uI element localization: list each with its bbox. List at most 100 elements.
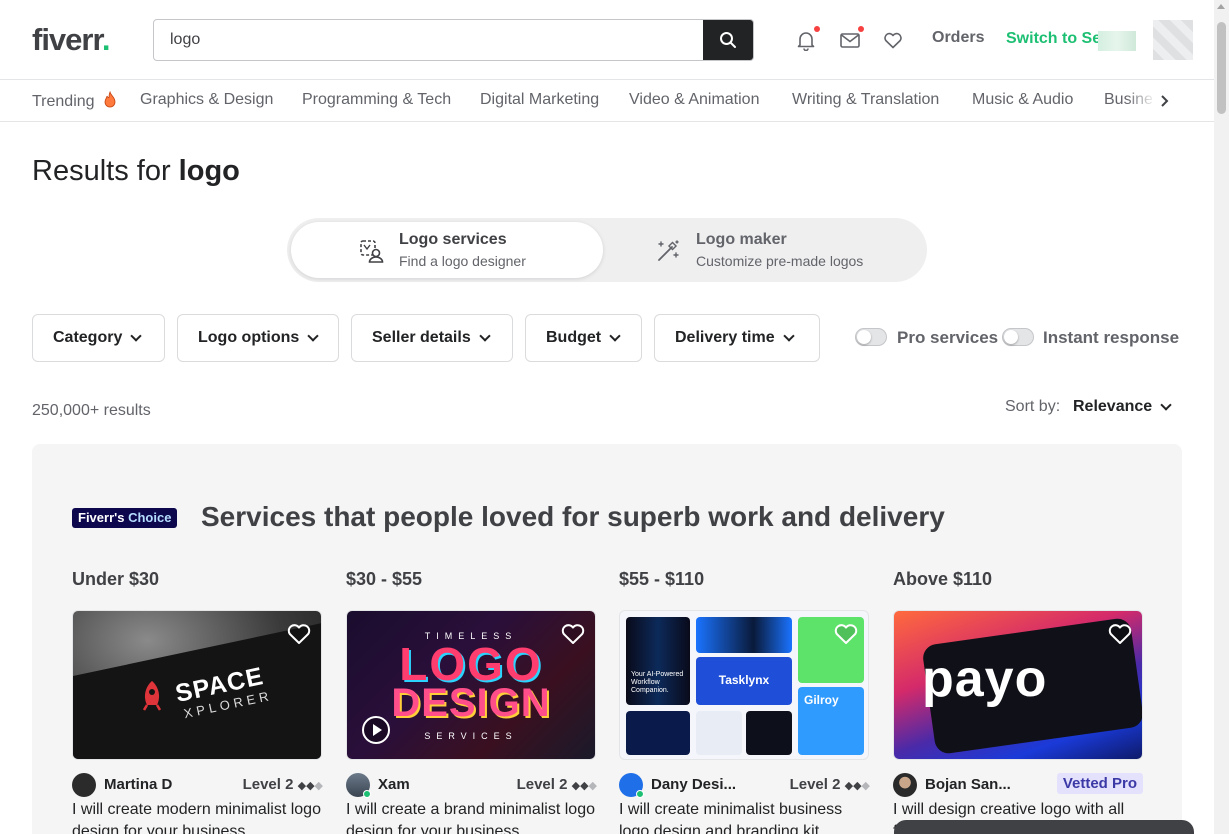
filter-delivery-time[interactable]: Delivery time <box>654 314 820 362</box>
category-writing-translation[interactable]: Writing & Translation <box>792 91 939 109</box>
bottom-popup[interactable] <box>894 820 1194 834</box>
seller-level-text: Level 2 <box>789 776 841 793</box>
fiverr-logo[interactable]: fiverr. <box>32 22 111 58</box>
category-nav: Trending Graphics & Design Programming &… <box>0 81 1214 122</box>
seller-name[interactable]: Bojan San... <box>925 776 1011 793</box>
card-image-text: Gilroy <box>804 693 839 707</box>
choice-section-title: Services that people loved for superb wo… <box>201 501 945 532</box>
gig-image[interactable]: Your AI-Powered Workflow Companion. Task… <box>619 610 869 760</box>
messages-button[interactable] <box>838 26 864 52</box>
filter-label: Logo options <box>198 329 300 346</box>
search-button[interactable] <box>703 20 753 60</box>
fire-icon <box>104 90 116 108</box>
filter-logo-options[interactable]: Logo options <box>177 314 339 362</box>
gig-image[interactable]: payo <box>893 610 1143 760</box>
seller-name[interactable]: Dany Desi... <box>651 776 736 793</box>
filter-budget[interactable]: Budget <box>525 314 642 362</box>
pro-services-toggle[interactable] <box>855 328 887 346</box>
chevron-down-icon <box>307 330 319 342</box>
switch-to-selling-link[interactable]: Switch to Se <box>1006 30 1098 48</box>
seller-name[interactable]: Martina D <box>104 776 172 793</box>
tier-label: $55 - $110 <box>619 569 705 589</box>
bell-icon <box>797 32 815 51</box>
avatar[interactable] <box>1153 20 1193 60</box>
nav-next-arrow[interactable] <box>1152 90 1178 112</box>
gig-image[interactable]: SPACE XPLORER <box>72 610 322 760</box>
seller-row: Bojan San... Vetted Pro <box>893 773 1143 797</box>
heart-icon[interactable] <box>285 619 313 647</box>
gig-title[interactable]: I will create modern minimalist logo des… <box>72 799 322 834</box>
scroll-up-arrow[interactable] <box>1217 4 1225 9</box>
scrollbar-thumb[interactable] <box>1217 22 1226 114</box>
avatar[interactable] <box>72 773 96 797</box>
logo-maker-title: Logo maker <box>696 231 787 248</box>
seller-name[interactable]: Xam <box>378 776 410 793</box>
filter-label: Category <box>53 329 123 346</box>
category-video-animation[interactable]: Video & Animation <box>629 91 759 109</box>
pro-services-label: Pro services <box>897 328 999 347</box>
seller-level: Level 2 ◆◆◆ <box>516 776 598 793</box>
heart-icon[interactable] <box>559 619 587 647</box>
online-status-dot <box>636 790 644 798</box>
search-input[interactable] <box>154 20 705 60</box>
notification-dot <box>814 26 820 32</box>
card-image-text: Tasklynx <box>718 673 770 687</box>
logo-dot: . <box>101 22 111 57</box>
chevron-right-icon <box>1161 95 1169 107</box>
chevron-down-icon[interactable] <box>1160 399 1172 411</box>
magic-wand-icon <box>658 240 679 261</box>
brand-tile <box>626 711 690 755</box>
brand-tile <box>696 617 792 653</box>
notifications-button[interactable] <box>794 26 820 52</box>
heart-icon[interactable] <box>832 619 860 647</box>
scrollbar[interactable] <box>1214 0 1229 834</box>
badge-text: Fiverr's <box>78 510 125 525</box>
logo-maker-subtitle: Customize pre-made logos <box>696 253 864 269</box>
seller-level-text: Level 2 <box>242 776 294 793</box>
category-music-audio[interactable]: Music & Audio <box>972 91 1073 109</box>
heart-icon[interactable] <box>1106 619 1134 647</box>
service-type-toggle: Logo services Find a logo designer Logo … <box>287 218 927 282</box>
category-trending[interactable]: Trending <box>32 90 118 111</box>
brand-tile <box>696 711 742 755</box>
toggle-knob <box>1004 330 1018 344</box>
heart-icon <box>884 32 902 49</box>
diamond-icon: ◆◆ <box>571 780 589 792</box>
page-title: Results for logo <box>32 155 240 188</box>
logo-services-option[interactable]: Logo services Find a logo designer <box>291 222 603 278</box>
top-header: fiverr. Orders Switch to Se <box>0 0 1214 80</box>
avatar[interactable] <box>893 773 917 797</box>
message-dot <box>858 26 864 32</box>
filter-seller-details[interactable]: Seller details <box>351 314 513 362</box>
card-image-text: payo <box>922 650 1048 708</box>
favorites-button[interactable] <box>881 28 905 52</box>
seller-row: Xam Level 2 ◆◆◆ <box>346 773 598 798</box>
gig-title[interactable]: I will create a brand minimalist logo de… <box>346 799 596 834</box>
category-programming-tech[interactable]: Programming & Tech <box>302 91 451 109</box>
card-image-text: Your AI-Powered Workflow Companion. <box>631 671 684 694</box>
instant-response-toggle[interactable] <box>1002 328 1034 346</box>
toggle-knob <box>857 330 871 344</box>
vetted-pro-badge: Vetted Pro <box>1056 773 1143 794</box>
category-digital-marketing[interactable]: Digital Marketing <box>480 91 599 109</box>
category-graphics-design[interactable]: Graphics & Design <box>140 91 273 109</box>
play-icon[interactable] <box>361 715 391 745</box>
chevron-down-icon <box>479 330 491 342</box>
brand-tile: Tasklynx <box>696 657 792 705</box>
seller-level: Level 2 ◆◆◆ <box>789 776 871 793</box>
category-label: Trending <box>32 93 95 110</box>
filter-category[interactable]: Category <box>32 314 165 362</box>
gig-image[interactable]: TIMELESS LOGO DESIGN SERVICES <box>346 610 596 760</box>
logo-maker-option[interactable]: Logo maker Customize pre-made logos <box>611 222 923 278</box>
designer-icon <box>360 240 384 263</box>
orders-link[interactable]: Orders <box>932 29 984 47</box>
diamond-icon: ◆◆ <box>297 780 315 792</box>
logo-text: fiverr <box>32 22 103 57</box>
gig-title[interactable]: I will create minimalist business logo d… <box>619 799 869 834</box>
tier-label: Above $110 <box>893 569 993 589</box>
sort-dropdown[interactable]: Relevance <box>1073 398 1152 416</box>
mail-icon <box>840 33 860 48</box>
rocket-logo-icon <box>142 681 162 711</box>
seller-level-text: Level 2 <box>516 776 568 793</box>
seller-row: Dany Desi... Level 2 ◆◆◆ <box>619 773 871 798</box>
